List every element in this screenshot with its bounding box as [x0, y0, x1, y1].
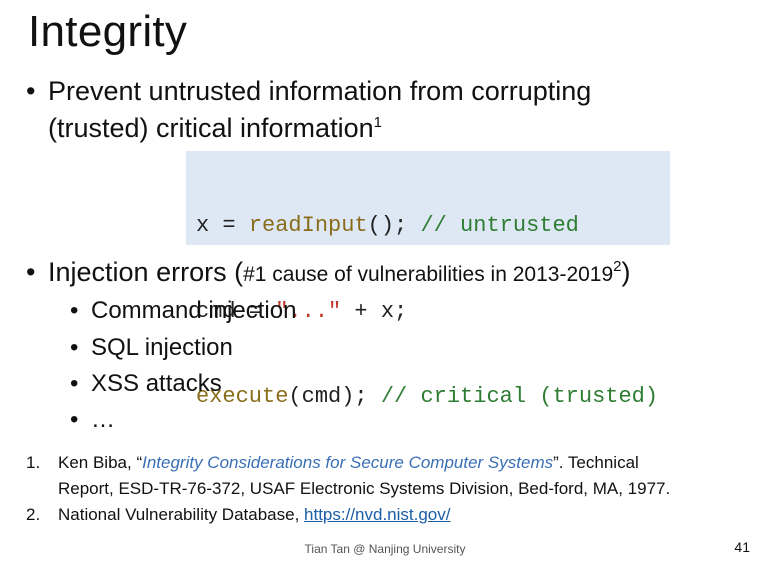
reference-title-link[interactable]: Integrity Considerations for Secure Comp… — [142, 453, 553, 472]
bullet-text: Injection errors (#1 cause of vulnerabil… — [48, 254, 631, 293]
code-token: + x; — [341, 298, 408, 324]
bullet-text-main: Injection errors ( — [48, 257, 244, 287]
bullet-marker: • — [26, 76, 36, 106]
slide-title: Integrity — [28, 7, 188, 56]
code-token: x = — [196, 213, 249, 238]
bullet-text-line1: Prevent untrusted information from corru… — [48, 76, 592, 106]
code-line-3: execute(cmd); // critical (trusted) — [196, 383, 670, 412]
reference-author: Ken Biba, “ — [58, 453, 143, 472]
bullet-text-detail: #1 cause of vulnerabilities in 2013-2019 — [243, 263, 614, 286]
code-example: x = readInput(); // untrusted cmd = "...… — [186, 151, 670, 409]
sub-bullet-text: … — [91, 406, 115, 433]
bullet-text-line2: (trusted) critical information1 — [48, 110, 382, 147]
sub-bullet-marker: • — [70, 297, 79, 324]
footnote-marker-1: 1 — [373, 114, 382, 131]
reference-text: National Vulnerability Database, — [58, 505, 305, 524]
page-number: 41 — [734, 539, 750, 555]
sub-bullet-text: SQL injection — [91, 334, 233, 361]
bullet-text-line2-main: (trusted) critical information — [48, 113, 374, 143]
nvd-url-link[interactable]: https://nvd.nist.gov/ — [304, 505, 450, 524]
sub-bullet-text: Command injection — [91, 297, 297, 324]
code-line-1: x = readInput(); // untrusted — [196, 212, 670, 241]
references: 1. Ken Biba, “Integrity Considerations f… — [26, 450, 756, 528]
reference-2: 2. National Vulnerability Database, http… — [26, 502, 756, 528]
slide-footer: Tian Tan @ Nanjing University — [304, 542, 466, 556]
bullet-marker: • — [26, 257, 36, 287]
slide: Integrity • Prevent untrusted informatio… — [0, 0, 770, 570]
code-comment: // critical (trusted) — [380, 384, 659, 409]
code-token: (cmd); — [288, 384, 381, 409]
code-function: readInput — [248, 213, 368, 238]
reference-number: 1. — [26, 453, 41, 472]
reference-number: 2. — [26, 505, 41, 524]
code-token: (); — [367, 213, 421, 238]
sub-bullet-text: XSS attacks — [91, 370, 222, 397]
code-comment: // untrusted — [420, 213, 579, 238]
sub-bullet-marker: • — [70, 370, 79, 397]
sub-bullet-marker: • — [70, 406, 79, 433]
reference-1: 1. Ken Biba, “Integrity Considerations f… — [26, 450, 756, 502]
bullet-text-close: ) — [621, 257, 631, 287]
reference-text: ”. Technical — [553, 453, 639, 472]
reference-text-line2: Report, ESD-TR-76-372, USAF Electronic S… — [58, 479, 671, 498]
sub-bullet-marker: • — [70, 334, 79, 361]
footnote-marker-2: 2 — [613, 258, 622, 275]
